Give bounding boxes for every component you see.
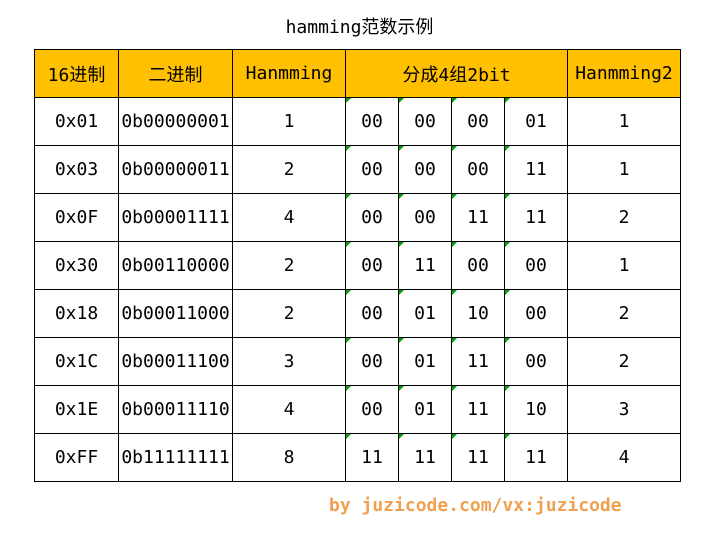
table-row: 0x1E 0b00011110 4 00 01 11 10 3 (34, 385, 681, 434)
cell-hex: 0x1E (34, 385, 119, 434)
cell-group-3: 11 (451, 385, 505, 434)
cell-hamming2: 2 (567, 337, 681, 386)
cell-hex: 0x30 (34, 241, 119, 290)
table-row: 0x0F 0b00001111 4 00 00 11 11 2 (34, 193, 681, 242)
header-row: 16进制 二进制 Hanmming 分成4组2bit Hanmming2 (34, 49, 681, 98)
cell-hamming: 3 (232, 337, 346, 386)
table-row: 0x01 0b00000001 1 00 00 00 01 1 (34, 97, 681, 146)
cell-group-2: 11 (398, 241, 452, 290)
cell-group-2: 01 (398, 289, 452, 338)
cell-binary: 0b00011000 (118, 289, 233, 338)
cell-group-4: 10 (504, 385, 568, 434)
cell-hamming2: 4 (567, 433, 681, 482)
cell-binary: 0b00011100 (118, 337, 233, 386)
cell-group-1: 00 (345, 145, 399, 194)
cell-group-4: 00 (504, 289, 568, 338)
header-hamming2: Hanmming2 (567, 49, 681, 98)
cell-hamming2: 1 (567, 97, 681, 146)
cell-group-3: 00 (451, 97, 505, 146)
cell-group-2: 01 (398, 337, 452, 386)
cell-hex: 0xFF (34, 433, 119, 482)
cell-hamming: 2 (232, 241, 346, 290)
cell-binary: 0b00001111 (118, 193, 233, 242)
cell-binary: 0b11111111 (118, 433, 233, 482)
cell-group-4: 11 (504, 145, 568, 194)
cell-hamming: 4 (232, 385, 346, 434)
table-row: 0xFF 0b11111111 8 11 11 11 11 4 (34, 433, 681, 482)
cell-hamming: 1 (232, 97, 346, 146)
cell-hex: 0x0F (34, 193, 119, 242)
cell-group-3: 11 (451, 193, 505, 242)
cell-group-2: 01 (398, 385, 452, 434)
cell-group-1: 00 (345, 241, 399, 290)
cell-hamming: 8 (232, 433, 346, 482)
cell-group-3: 11 (451, 433, 505, 482)
cell-hamming2: 1 (567, 145, 681, 194)
cell-hamming2: 2 (567, 193, 681, 242)
cell-hex: 0x18 (34, 289, 119, 338)
cell-group-2: 00 (398, 97, 452, 146)
header-hamming: Hanmming (232, 49, 346, 98)
cell-group-3: 00 (451, 241, 505, 290)
cell-group-1: 00 (345, 289, 399, 338)
cell-group-1: 00 (345, 97, 399, 146)
cell-hamming2: 3 (567, 385, 681, 434)
header-groups: 分成4组2bit (345, 49, 568, 98)
cell-binary: 0b00000001 (118, 97, 233, 146)
table-row: 0x1C 0b00011100 3 00 01 11 00 2 (34, 337, 681, 386)
cell-group-4: 00 (504, 241, 568, 290)
cell-hamming2: 1 (567, 241, 681, 290)
cell-hex: 0x1C (34, 337, 119, 386)
cell-group-3: 11 (451, 337, 505, 386)
hamming-table: 16进制 二进制 Hanmming 分成4组2bit Hanmming2 0x0… (34, 49, 681, 482)
page-title: hamming范数示例 (285, 17, 434, 38)
cell-group-4: 00 (504, 337, 568, 386)
table-row: 0x03 0b00000011 2 00 00 00 11 1 (34, 145, 681, 194)
cell-group-1: 00 (345, 385, 399, 434)
cell-binary: 0b00011110 (118, 385, 233, 434)
footer-credit: by juzicode.com/vx:juzicode (329, 495, 622, 516)
cell-hamming: 4 (232, 193, 346, 242)
cell-hex: 0x01 (34, 97, 119, 146)
header-hex: 16进制 (34, 49, 119, 98)
cell-group-3: 10 (451, 289, 505, 338)
cell-group-2: 00 (398, 193, 452, 242)
cell-group-1: 00 (345, 337, 399, 386)
cell-group-2: 11 (398, 433, 452, 482)
cell-group-1: 00 (345, 193, 399, 242)
cell-group-4: 11 (504, 433, 568, 482)
cell-hamming2: 2 (567, 289, 681, 338)
cell-binary: 0b00110000 (118, 241, 233, 290)
table-row: 0x18 0b00011000 2 00 01 10 00 2 (34, 289, 681, 338)
cell-group-2: 00 (398, 145, 452, 194)
cell-group-4: 11 (504, 193, 568, 242)
cell-hex: 0x03 (34, 145, 119, 194)
cell-hamming: 2 (232, 145, 346, 194)
header-binary: 二进制 (118, 49, 233, 98)
cell-group-3: 00 (451, 145, 505, 194)
cell-hamming: 2 (232, 289, 346, 338)
cell-group-4: 01 (504, 97, 568, 146)
table-row: 0x30 0b00110000 2 00 11 00 00 1 (34, 241, 681, 290)
cell-group-1: 11 (345, 433, 399, 482)
cell-binary: 0b00000011 (118, 145, 233, 194)
